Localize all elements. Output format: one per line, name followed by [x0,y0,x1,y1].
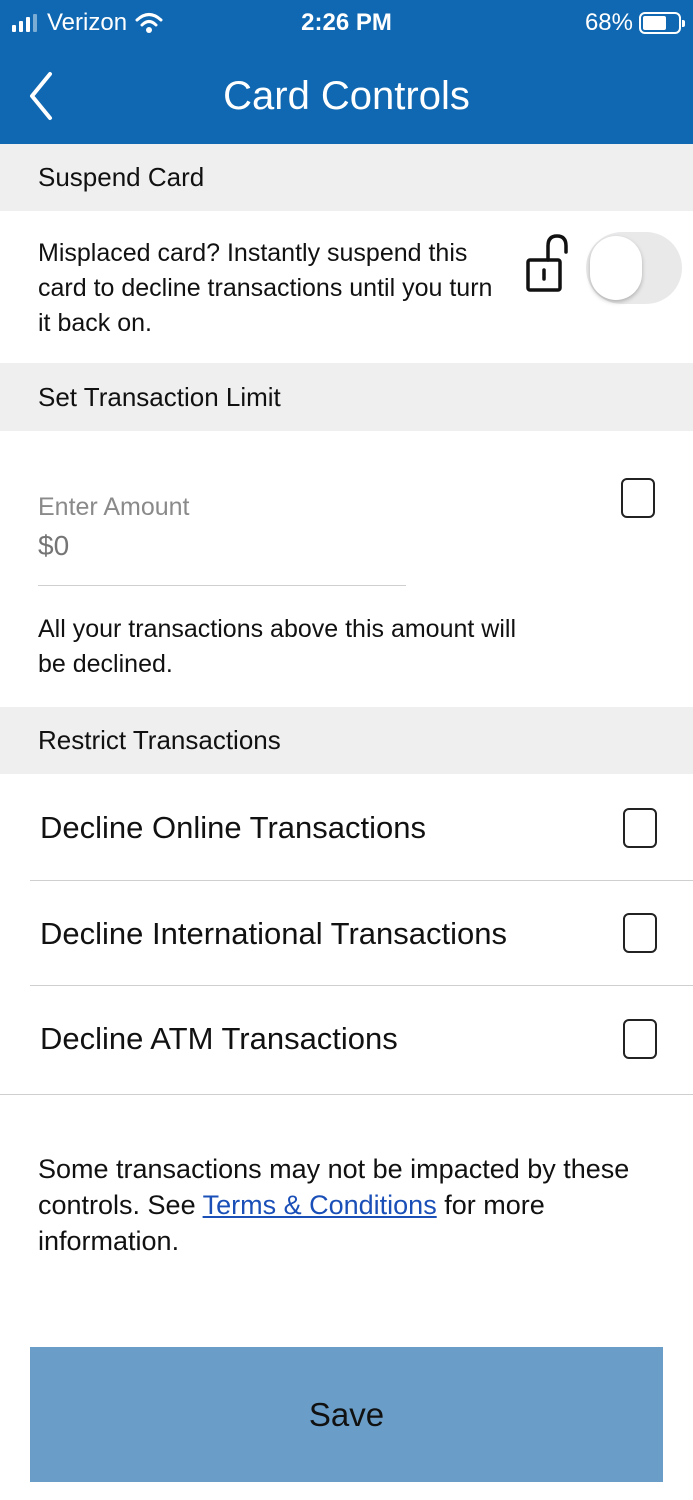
limit-note: All your transactions above this amount … [38,615,517,678]
battery-percentage: 68% [584,9,633,36]
restrict-row-international[interactable]: Decline International Transactions [0,881,693,986]
app-header: Verizon 2:26 PM 68% Card Controls [0,0,693,144]
suspend-card-toggle[interactable] [586,232,682,304]
decline-international-label: Decline International Transactions [40,915,507,951]
decline-atm-checkbox[interactable] [623,1019,657,1059]
section-header-transaction-limit: Set Transaction Limit [0,363,693,431]
decline-atm-label: Decline ATM Transactions [40,1020,398,1056]
restrict-row-online[interactable]: Decline Online Transactions [0,775,693,880]
amount-input[interactable] [38,526,406,566]
unlocked-padlock-icon [526,234,568,292]
battery-icon [639,12,685,34]
terms-conditions-link[interactable]: Terms & Conditions [203,1190,437,1220]
status-bar: Verizon 2:26 PM 68% [0,0,693,46]
terms-note: Some transactions may not be impacted by… [38,1151,658,1259]
decline-online-label: Decline Online Transactions [40,809,426,845]
amount-underline [38,585,406,586]
amount-label: Enter Amount [38,493,190,521]
toggle-knob [590,236,642,300]
section-header-restrict-transactions: Restrict Transactions [0,707,693,774]
section-header-suspend-card: Suspend Card [0,144,693,211]
page-title: Card Controls [223,74,470,118]
transaction-limit-checkbox[interactable] [621,478,655,518]
suspend-description: Misplaced card? Instantly suspend this c… [38,239,493,337]
navigation-bar: Card Controls [0,46,693,144]
decline-international-checkbox[interactable] [623,913,657,953]
decline-online-checkbox[interactable] [623,808,657,848]
divider [0,1094,693,1095]
save-button[interactable]: Save [30,1347,663,1482]
restrict-row-atm[interactable]: Decline ATM Transactions [0,986,693,1091]
